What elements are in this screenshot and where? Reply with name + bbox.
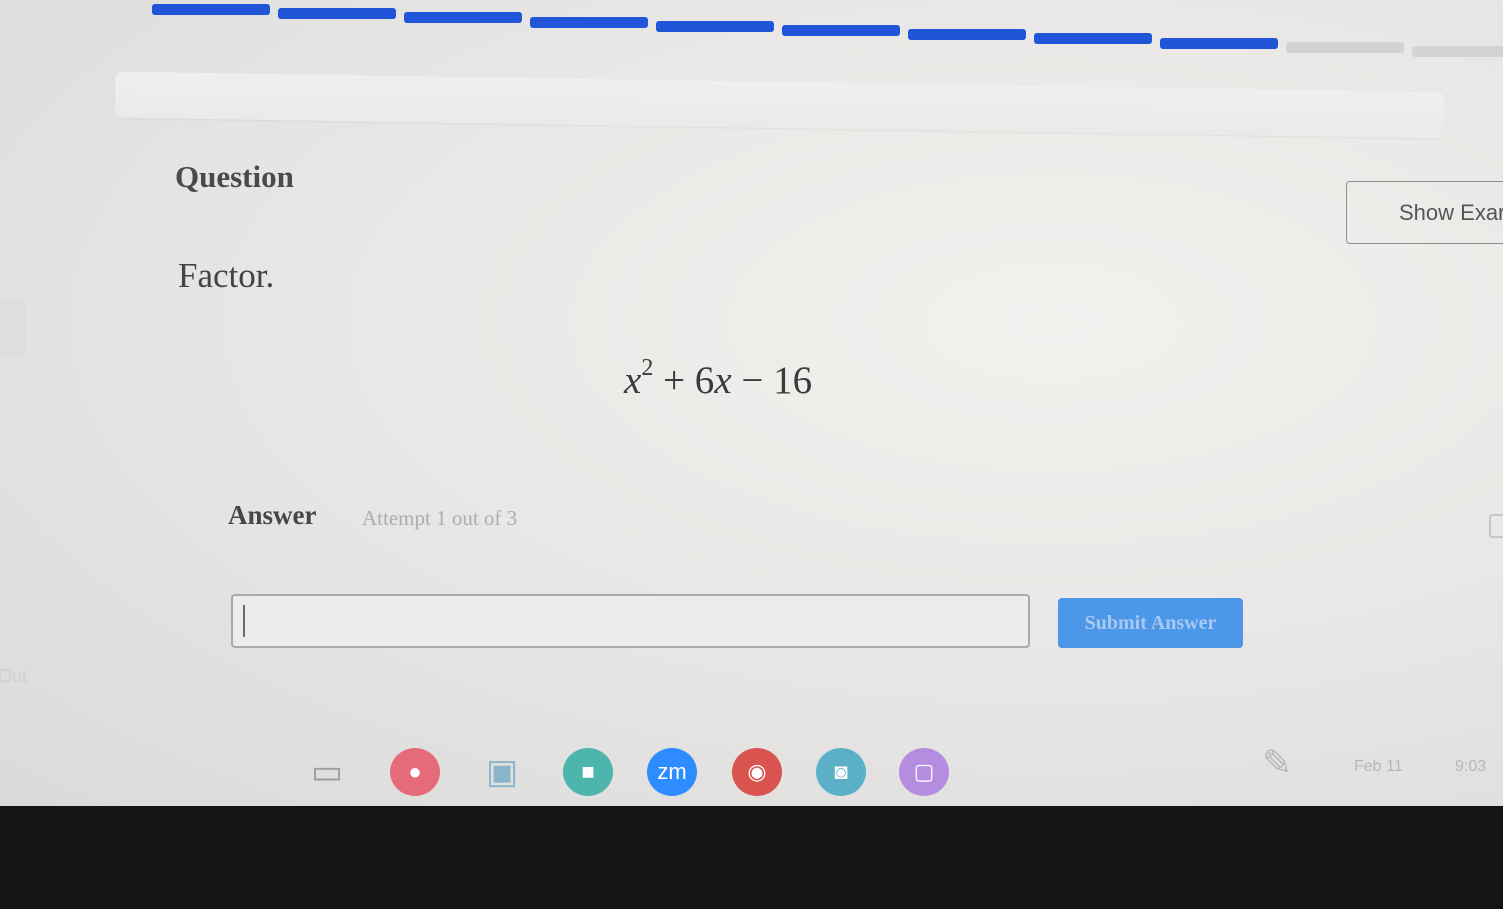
sidebar-tab[interactable]: [0, 300, 26, 358]
math-expression: x2 + 6x − 16: [624, 355, 813, 403]
classroom-icon[interactable]: ●: [390, 748, 440, 796]
stylus-icon[interactable]: ✎: [1262, 743, 1292, 784]
exponent: 2: [641, 355, 654, 381]
text-caret: [243, 605, 245, 637]
zoom-icon[interactable]: zm: [647, 748, 697, 796]
show-example-button[interactable]: Show Exar: [1346, 181, 1503, 244]
progress-segment: [404, 12, 522, 24]
expression-tail: − 16: [731, 359, 813, 402]
submit-answer-button[interactable]: Submit Answer: [1058, 598, 1243, 648]
edge-icon[interactable]: [1489, 514, 1503, 538]
answer-input[interactable]: [231, 594, 1030, 648]
purple-app-icon[interactable]: ▢: [899, 748, 949, 796]
variable-x: x: [624, 359, 642, 402]
variable-x-2: x: [714, 359, 732, 402]
tray-date[interactable]: Feb 11: [1354, 758, 1403, 776]
progress-segment: [530, 16, 648, 28]
progress-segment: [782, 25, 900, 36]
browser-viewport: Out Question Show Exar Factor. x2 + 6x −…: [0, 0, 1503, 806]
progress-segment: [1034, 33, 1152, 45]
progress-segment: [152, 4, 270, 15]
answer-label: Answer: [228, 500, 317, 530]
progress-segment: [908, 29, 1026, 41]
progress-segment: [1412, 46, 1503, 57]
files-icon[interactable]: ▭: [302, 748, 352, 796]
attempt-counter: Attempt 1 out of 3: [362, 506, 518, 530]
header-card: [114, 71, 1446, 139]
progress-segment: [656, 20, 774, 32]
app-window-icon[interactable]: ▣: [477, 748, 527, 796]
progress-segment: [1286, 41, 1404, 53]
question-prompt: Factor.: [178, 256, 275, 295]
camera-icon[interactable]: ◙: [816, 748, 866, 796]
tray-time[interactable]: 9:03: [1455, 758, 1486, 776]
meet-icon[interactable]: ■: [563, 748, 613, 796]
expression-middle: + 6: [653, 359, 715, 402]
progress-segment: [278, 8, 396, 20]
progress-segment: [1160, 37, 1278, 49]
question-heading: Question: [175, 159, 294, 194]
progress-bar: [152, 4, 1503, 66]
sidebar-out-label[interactable]: Out: [0, 666, 27, 687]
chrome-icon[interactable]: ◉: [732, 748, 782, 796]
